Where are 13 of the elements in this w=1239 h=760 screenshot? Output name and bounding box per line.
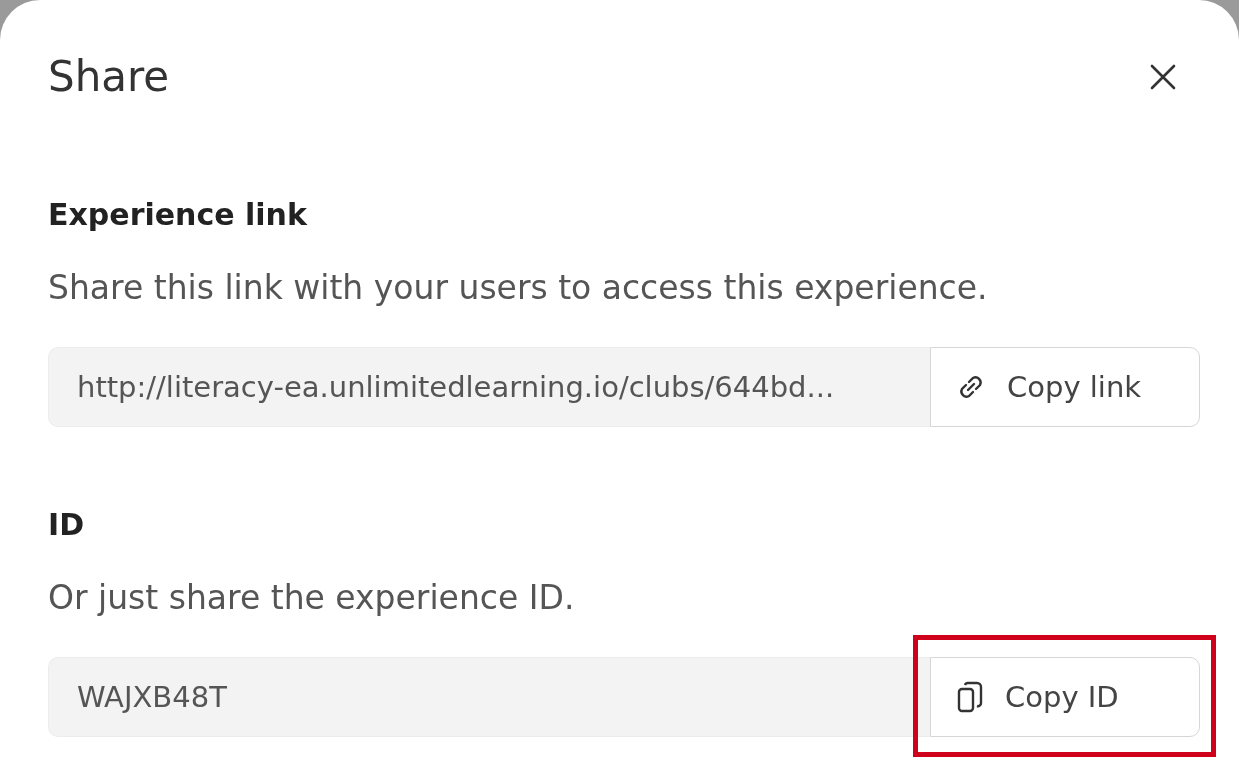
share-field[interactable]: WAJXB48T [48, 657, 930, 737]
section-description: Share this link with your users to access this experience. [48, 268, 989, 308]
section-heading: Experience link [48, 196, 308, 234]
copy-button[interactable]: Copy ID [930, 657, 1200, 737]
close-button[interactable] [1150, 64, 1176, 90]
link-icon [957, 373, 985, 401]
copy-button[interactable]: Copy link [930, 347, 1200, 427]
section-heading: ID [48, 506, 86, 544]
close-icon [1150, 64, 1176, 90]
section-description: Or just share the experience ID. [48, 578, 576, 618]
share-field[interactable]: http://literacy-ea.unlimitedlearning.io/clubs/644bd... [48, 347, 930, 427]
dialog-title: Share [48, 54, 170, 100]
copy-icon [957, 681, 983, 713]
